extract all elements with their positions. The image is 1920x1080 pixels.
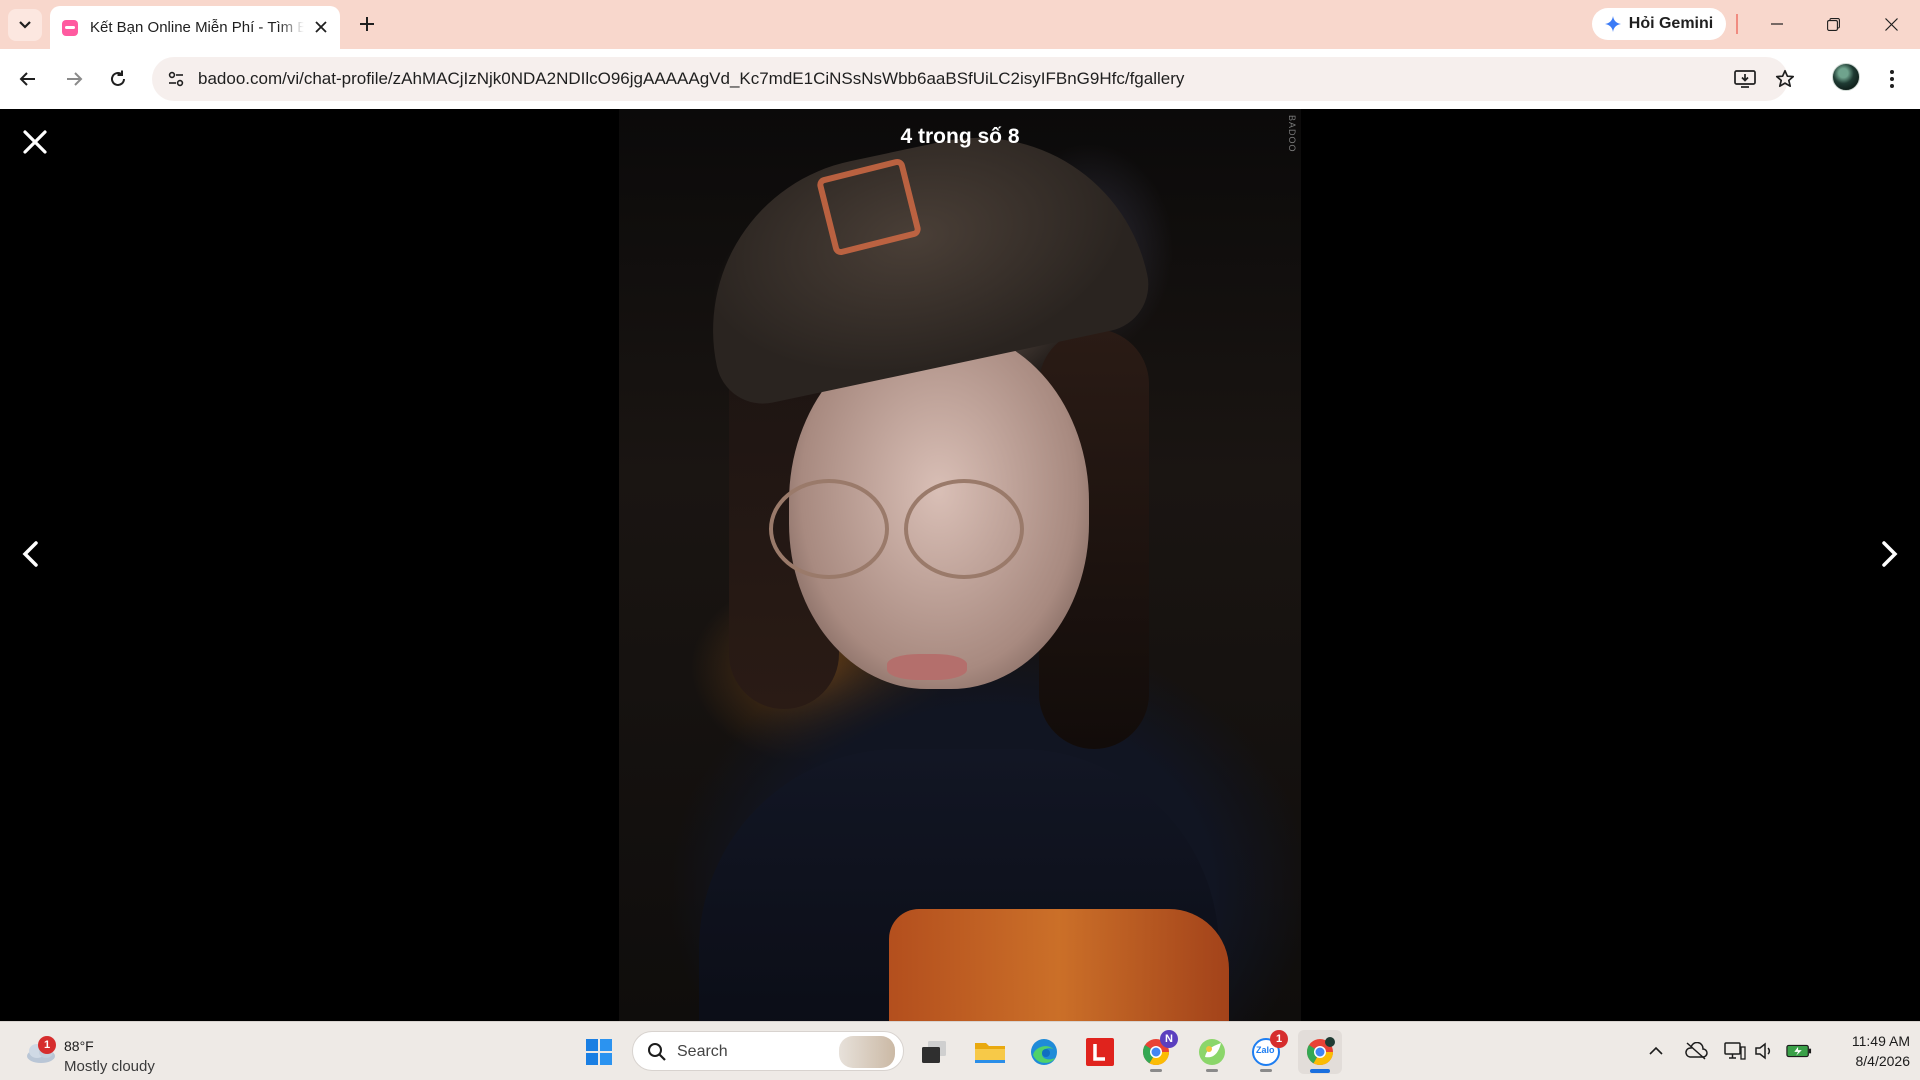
url-text[interactable]: badoo.com/vi/chat-profile/zAhMACjIzNjk0N… <box>198 69 1184 89</box>
network-icon <box>1724 1042 1746 1060</box>
close-icon <box>1884 17 1898 31</box>
browser-toolbar: badoo.com/vi/chat-profile/zAhMACjIzNjk0N… <box>0 49 1920 109</box>
weather-widget[interactable]: 1 88°F Mostly cloudy <box>20 1030 180 1075</box>
chrome-icon <box>1306 1037 1335 1066</box>
chevron-left-icon <box>22 541 38 567</box>
show-hidden-icons-button[interactable] <box>1643 1038 1669 1064</box>
address-bar[interactable]: badoo.com/vi/chat-profile/zAhMACjIzNjk0N… <box>152 57 1795 101</box>
restore-button[interactable] <box>1810 8 1856 40</box>
reload-button[interactable] <box>102 63 134 95</box>
system-clock[interactable]: 11:49 AM 8/4/2026 <box>1820 1031 1910 1071</box>
volume-icon <box>1755 1042 1771 1060</box>
battery-button[interactable] <box>1786 1038 1812 1064</box>
search-highlight-owl-icon <box>839 1036 895 1068</box>
close-icon <box>23 130 47 154</box>
weather-badge: 1 <box>38 1036 56 1054</box>
photo-glasses-left <box>769 479 889 579</box>
bookmark-button[interactable] <box>1771 65 1799 93</box>
clock-date: 8/4/2026 <box>1855 1053 1911 1069</box>
chevron-up-icon <box>1649 1046 1663 1055</box>
arrow-right-icon <box>67 72 83 86</box>
notification-badge: 1 <box>1270 1030 1288 1048</box>
profile-avatar[interactable] <box>1832 63 1860 91</box>
new-tab-button[interactable] <box>352 9 382 39</box>
volume-button[interactable] <box>1752 1038 1778 1064</box>
running-indicator <box>1150 1069 1162 1072</box>
minimize-button[interactable] <box>1754 8 1800 40</box>
gemini-sparkle-icon <box>1604 16 1621 32</box>
photo-shirt-print <box>889 909 1229 1021</box>
cloud-off-icon <box>1685 1042 1708 1060</box>
clock-time: 11:49 AM <box>1851 1033 1910 1049</box>
install-app-button[interactable] <box>1731 65 1759 93</box>
tab-search-button[interactable] <box>8 9 42 41</box>
battery-charging-icon <box>1786 1044 1812 1058</box>
edge-button[interactable] <box>1022 1030 1066 1074</box>
chrome-profile-n-button[interactable]: N <box>1134 1030 1178 1074</box>
photo-watermark: BADOO <box>1287 115 1297 153</box>
forward-button[interactable] <box>58 63 90 95</box>
close-icon <box>315 21 327 33</box>
tab-close-button[interactable] <box>312 18 330 36</box>
next-photo-button[interactable] <box>1870 529 1910 579</box>
active-indicator <box>1310 1069 1330 1073</box>
restore-icon <box>1826 17 1840 31</box>
file-explorer-button[interactable] <box>968 1030 1012 1074</box>
start-button[interactable] <box>577 1030 621 1074</box>
install-icon <box>1734 70 1756 88</box>
previous-photo-button[interactable] <box>10 529 50 579</box>
back-button[interactable] <box>12 63 44 95</box>
red-l-app-icon <box>1086 1038 1114 1066</box>
taskbar-search-box[interactable]: Search <box>632 1031 904 1071</box>
gallery-photo: BADOO <box>619 109 1301 1021</box>
windows-taskbar: 1 88°F Mostly cloudy Search N Zalo 1 11:… <box>0 1021 1920 1080</box>
edge-icon <box>1031 1039 1057 1065</box>
task-view-button[interactable] <box>912 1030 956 1074</box>
zalo-button[interactable]: Zalo 1 <box>1244 1030 1288 1074</box>
chrome-active-button[interactable] <box>1298 1030 1342 1074</box>
photo-lips <box>887 654 967 680</box>
tab-title: Kết Bạn Online Miễn Phí - Tìm Bạn <box>90 19 304 36</box>
folder-icon <box>975 1043 1005 1063</box>
weather-temperature: 88°F <box>64 1038 94 1054</box>
photo-glasses-right <box>904 479 1024 579</box>
app-l-button[interactable] <box>1078 1030 1122 1074</box>
minimize-icon <box>1771 23 1783 25</box>
profile-badge: N <box>1160 1030 1178 1048</box>
app-green-button[interactable] <box>1190 1030 1234 1074</box>
task-view-icon <box>922 1041 946 1063</box>
network-button[interactable] <box>1722 1038 1748 1064</box>
tab-strip: Kết Bạn Online Miễn Phí - Tìm Bạn Hỏi Ge… <box>0 0 1920 49</box>
plus-icon <box>360 17 374 31</box>
gemini-label: Hỏi Gemini <box>1628 15 1714 32</box>
badoo-favicon-icon <box>62 19 78 36</box>
browser-menu-button[interactable] <box>1876 63 1908 95</box>
chevron-down-icon <box>19 21 31 29</box>
search-icon <box>648 1043 666 1061</box>
star-icon <box>1775 69 1795 88</box>
tune-icon <box>168 71 184 87</box>
chevron-right-icon <box>1882 541 1898 567</box>
green-leaf-app-icon <box>1199 1039 1225 1065</box>
more-vert-icon <box>1890 70 1894 88</box>
site-info-button[interactable] <box>160 63 192 95</box>
running-indicator <box>1260 1069 1272 1072</box>
zalo-label: Zalo <box>1256 1045 1275 1055</box>
close-window-button[interactable] <box>1868 8 1914 40</box>
onedrive-offline-button[interactable] <box>1683 1038 1709 1064</box>
gemini-button[interactable]: Hỏi Gemini <box>1592 8 1726 40</box>
running-indicator <box>1206 1069 1218 1072</box>
arrow-left-icon <box>19 72 35 86</box>
divider <box>1736 14 1738 34</box>
photo-counter: 4 trong số 8 <box>900 125 1020 148</box>
windows-logo-icon <box>586 1039 612 1065</box>
close-gallery-button[interactable] <box>16 123 54 161</box>
weather-condition: Mostly cloudy <box>64 1058 155 1075</box>
photo-gallery-viewer: BADOO 4 trong số 8 <box>0 109 1920 1021</box>
reload-icon <box>111 70 125 86</box>
search-label: Search <box>677 1043 728 1060</box>
active-tab[interactable]: Kết Bạn Online Miễn Phí - Tìm Bạn <box>50 6 340 49</box>
